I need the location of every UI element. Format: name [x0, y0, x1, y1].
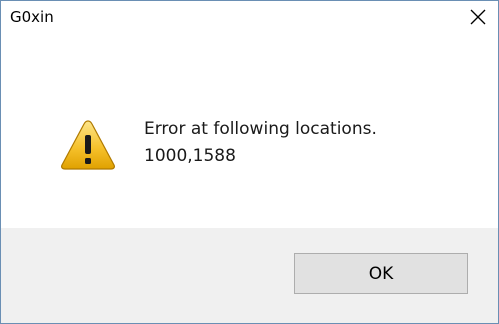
- warning-icon: [61, 120, 115, 170]
- button-bar: OK: [1, 228, 498, 323]
- title-bar[interactable]: G0xin: [1, 1, 498, 34]
- message-text: Error at following locations. 1000,1588: [144, 116, 377, 170]
- message-line-1: Error at following locations.: [144, 119, 377, 139]
- close-button[interactable]: [458, 1, 498, 33]
- window-title: G0xin: [10, 8, 54, 26]
- close-icon: [470, 9, 486, 25]
- dialog-content: Error at following locations. 1000,1588: [1, 34, 498, 228]
- ok-button[interactable]: OK: [294, 253, 468, 294]
- message-dialog: G0xin Error at following locations. 1000…: [0, 0, 499, 324]
- message-line-2: 1000,1588: [144, 146, 236, 166]
